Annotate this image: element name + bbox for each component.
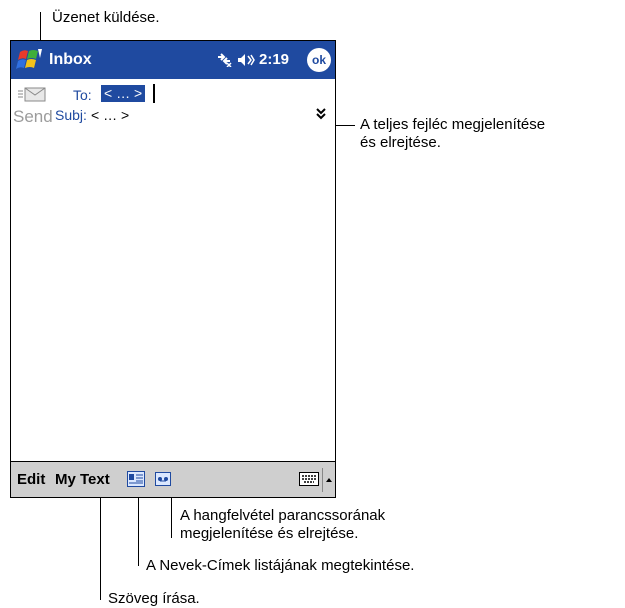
callout-line-header — [335, 125, 355, 126]
callout-recorder: A hangfelvétel parancssorának megjelenít… — [180, 507, 385, 543]
window-title: Inbox — [49, 51, 92, 68]
subject-label: Subj: — [55, 107, 87, 123]
to-label: To: — [73, 87, 92, 103]
clock[interactable]: 2:19 — [259, 51, 289, 68]
speaker-icon[interactable] — [237, 52, 255, 68]
callout-recorder-line2: megjelenítése és elrejtése. — [180, 525, 359, 542]
callout-line-contacts — [138, 498, 139, 566]
menu-my-text[interactable]: My Text — [55, 471, 110, 488]
callout-contacts: A Nevek-Címek listájának megtekintése. — [146, 557, 415, 574]
callout-header-line2: és elrejtése. — [360, 134, 441, 151]
connectivity-icon[interactable] — [216, 51, 232, 67]
send-button[interactable]: Send — [13, 107, 53, 127]
ok-button[interactable]: ok — [307, 48, 331, 72]
keyboard-icon[interactable] — [299, 472, 319, 486]
callout-mytext: Szöveg írása. — [108, 590, 200, 607]
callout-line-recorder — [171, 498, 172, 538]
arrow-up-icon[interactable] — [322, 468, 335, 492]
callout-recorder-line1: A hangfelvétel parancssorának — [180, 507, 386, 524]
text-caret — [153, 84, 155, 103]
callout-send: Üzenet küldése. — [52, 9, 160, 26]
title-bar: Inbox 2:19 ok — [11, 41, 335, 79]
to-field[interactable]: < … > — [101, 85, 146, 102]
send-envelope-icon[interactable] — [17, 85, 47, 103]
address-card-icon[interactable] — [127, 471, 145, 487]
double-chevron-down-icon[interactable] — [315, 107, 327, 121]
recorder-icon[interactable] — [155, 472, 171, 486]
message-header: Send To: < … > Subj: < … > — [11, 79, 335, 132]
windows-start-icon[interactable] — [14, 46, 44, 74]
callout-header-line1: A teljes fejléc megjelenítése — [360, 116, 546, 133]
menu-edit[interactable]: Edit — [17, 471, 45, 488]
menu-bar: Edit My Text — [11, 461, 335, 497]
callout-line-mytext — [100, 498, 101, 600]
subject-field[interactable]: < … > — [91, 107, 129, 123]
message-body[interactable] — [11, 131, 335, 461]
callout-header: A teljes fejléc megjelenítése és elrejté… — [360, 116, 545, 152]
device-screen: Inbox 2:19 ok Send To: < … > Subj: < … >… — [10, 40, 336, 498]
